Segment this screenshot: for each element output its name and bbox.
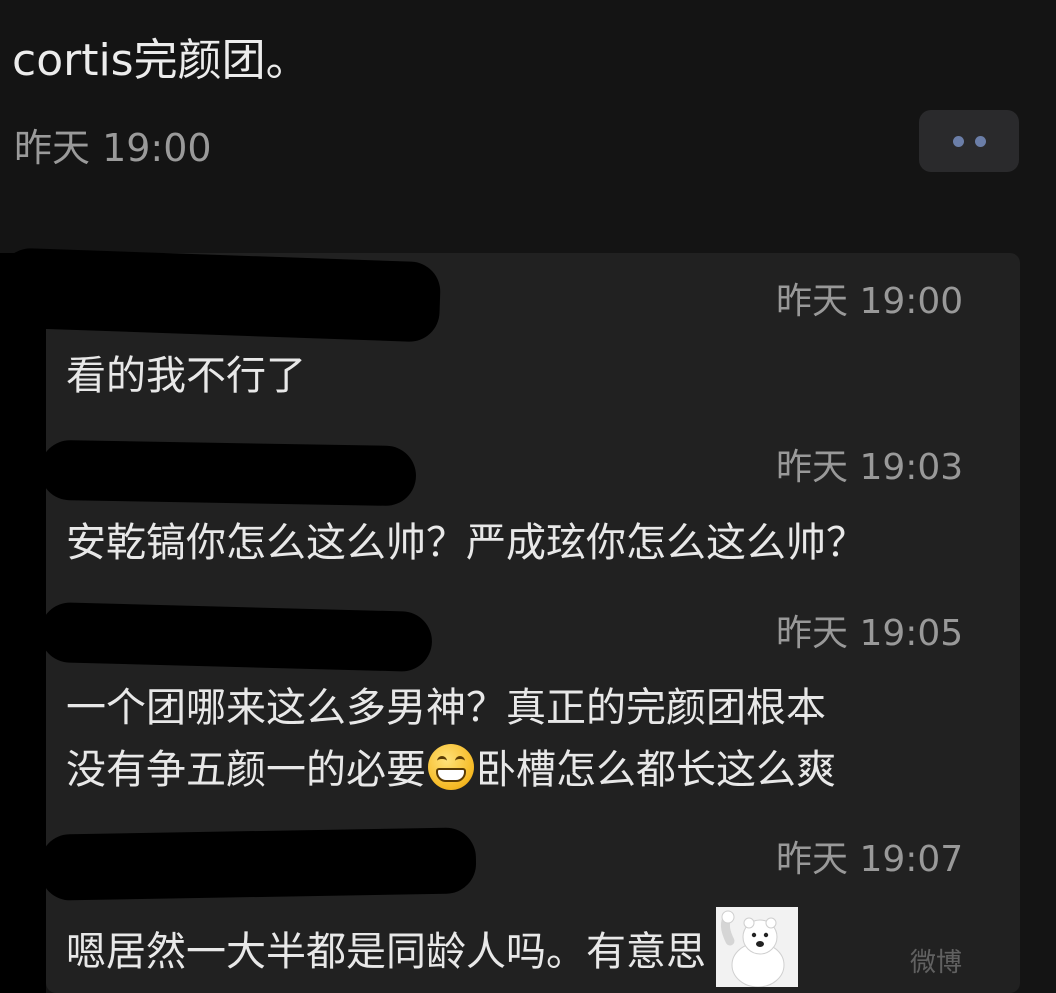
comment-text: 安乾镐你怎么这么帅？严成玹你怎么这么帅？ [66, 520, 866, 566]
comment-timestamp: 昨天 19:03 [776, 447, 964, 488]
more-dots-icon [974, 135, 986, 147]
more-options-button[interactable] [919, 110, 1019, 172]
post-title: cortis完颜团。 [12, 35, 310, 86]
redaction-mark [0, 247, 442, 343]
comment-text: 嗯居然一大半都是同龄人吗。有意思 [66, 907, 798, 987]
watermark: 微博 [910, 948, 963, 978]
comment-text: 看的我不行了 [66, 353, 306, 399]
redaction-mark [0, 253, 46, 993]
comment-timestamp: 昨天 19:00 [776, 281, 964, 322]
comment-text-segment: 卧槽怎么都长这么爽 [476, 747, 836, 793]
polar-bear-sticker [716, 907, 798, 987]
comment-text-segment: 没有争五颜一的必要 [66, 747, 426, 793]
comment-thread: 昨天 19:00 看的我不行了 昨天 19:03 安乾镐你怎么这么帅？严成玹你怎… [0, 247, 1020, 993]
redaction-mark [39, 827, 477, 901]
comment-text: 没有争五颜一的必要 卧槽怎么都长这么爽 [66, 739, 836, 801]
comment-timestamp: 昨天 19:07 [776, 839, 964, 880]
comment-text: 一个团哪来这么多男神？真正的完颜团根本 [66, 685, 826, 731]
redaction-mark [39, 601, 433, 673]
redaction-mark [39, 439, 417, 507]
more-dots-icon [952, 135, 964, 147]
comment-text-segment: 嗯居然一大半都是同龄人吗。有意思 [66, 929, 706, 975]
comment-timestamp: 昨天 19:05 [776, 613, 964, 654]
grinning-face-emoji [428, 744, 474, 790]
post-timestamp: 昨天 19:00 [14, 126, 212, 170]
